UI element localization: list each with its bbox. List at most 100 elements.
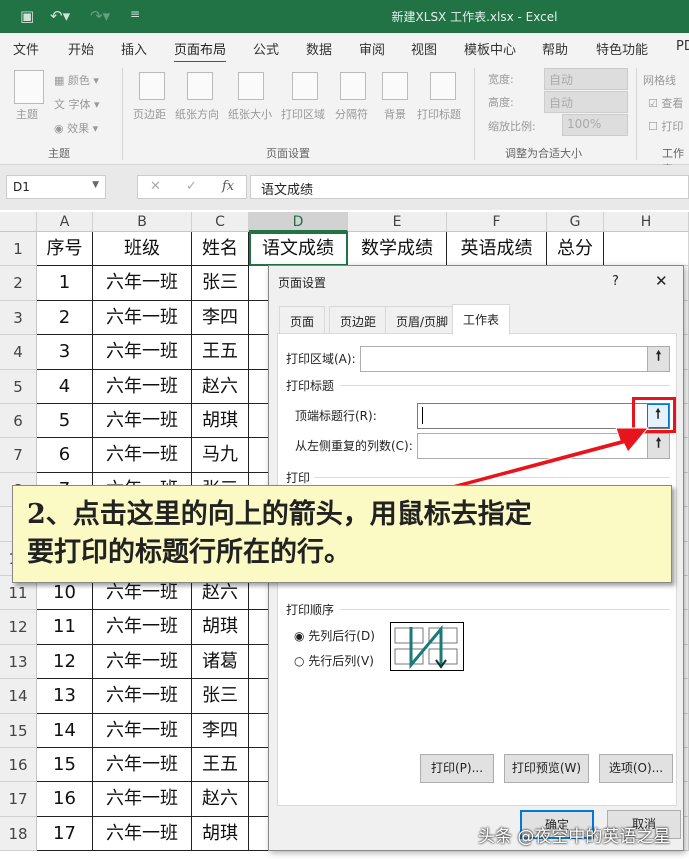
- menu-home[interactable]: 开始: [68, 39, 94, 58]
- breaks-button[interactable]: 分隔符: [335, 106, 368, 122]
- table-cell[interactable]: 赵六: [192, 782, 249, 817]
- menu-insert[interactable]: 插入: [121, 39, 147, 58]
- menu-template[interactable]: 模板中心: [464, 39, 516, 58]
- column-header-G[interactable]: G: [547, 212, 604, 232]
- table-cell[interactable]: 李四: [192, 713, 249, 748]
- table-cell[interactable]: 17: [37, 816, 93, 852]
- table-cell[interactable]: 胡琪: [192, 816, 249, 852]
- menu-page-layout[interactable]: 页面布局: [174, 39, 227, 64]
- table-cell[interactable]: 5: [37, 404, 93, 439]
- options-button[interactable]: 选项(O)...: [599, 754, 673, 783]
- row-header[interactable]: 4: [0, 335, 37, 370]
- print-preview-button[interactable]: 打印预览(W): [504, 754, 589, 783]
- row-header[interactable]: 18: [0, 816, 37, 852]
- select-all-corner[interactable]: [0, 212, 37, 232]
- table-cell[interactable]: 4: [37, 369, 93, 404]
- header-cell[interactable]: 姓名: [192, 232, 249, 267]
- table-cell[interactable]: 胡琪: [192, 610, 249, 645]
- menu-file[interactable]: 文件: [13, 39, 39, 58]
- row-header[interactable]: 12: [0, 610, 37, 645]
- header-cell[interactable]: 数学成绩: [348, 232, 447, 267]
- size-button[interactable]: 纸张大小: [228, 106, 272, 122]
- function-icon[interactable]: fx: [222, 179, 234, 194]
- row-header[interactable]: 1: [0, 232, 37, 267]
- header-cell[interactable]: [604, 232, 689, 267]
- table-cell[interactable]: 16: [37, 782, 93, 817]
- table-cell[interactable]: 六年一班: [93, 816, 192, 852]
- row-header[interactable]: 15: [0, 713, 37, 748]
- breaks-icon[interactable]: [340, 72, 366, 100]
- row-header[interactable]: 3: [0, 300, 37, 336]
- scale-input[interactable]: 100%: [562, 114, 628, 136]
- orientation-icon[interactable]: [187, 72, 213, 100]
- table-cell[interactable]: 诸葛: [192, 644, 249, 680]
- menu-view[interactable]: 视图: [411, 39, 437, 58]
- table-cell[interactable]: 张三: [192, 679, 249, 714]
- print-gridlines-checkbox[interactable]: ☐ 打印: [648, 118, 683, 134]
- table-cell[interactable]: 赵六: [192, 369, 249, 404]
- size-icon[interactable]: [238, 72, 264, 100]
- menu-review[interactable]: 审阅: [359, 39, 385, 58]
- height-select[interactable]: 自动: [544, 91, 628, 113]
- table-cell[interactable]: 张三: [192, 266, 249, 301]
- row-header[interactable]: 2: [0, 266, 37, 301]
- print-area-button[interactable]: 打印区域: [281, 106, 325, 122]
- row-header[interactable]: 5: [0, 369, 37, 404]
- table-cell[interactable]: 马九: [192, 438, 249, 473]
- effects-button[interactable]: ◉ 效果 ▾: [54, 120, 98, 136]
- formula-input[interactable]: 语文成绩: [250, 175, 689, 199]
- tab-header-footer[interactable]: 页眉/页脚: [385, 306, 460, 334]
- table-cell[interactable]: 六年一班: [93, 335, 192, 370]
- menu-features[interactable]: 特色功能: [596, 39, 648, 58]
- menu-formulas[interactable]: 公式: [253, 39, 279, 58]
- column-header-D[interactable]: D: [249, 212, 348, 232]
- column-header-C[interactable]: C: [192, 212, 249, 232]
- table-cell[interactable]: 1: [37, 266, 93, 301]
- view-gridlines-checkbox[interactable]: ☑ 查看: [648, 95, 683, 111]
- background-icon[interactable]: [382, 72, 408, 100]
- close-button[interactable]: ✕: [655, 272, 668, 290]
- column-header-A[interactable]: A: [37, 212, 93, 232]
- table-cell[interactable]: 王五: [192, 748, 249, 783]
- table-cell[interactable]: 六年一班: [93, 369, 192, 404]
- header-cell[interactable]: 班级: [93, 232, 192, 267]
- table-cell[interactable]: 6: [37, 438, 93, 473]
- background-button[interactable]: 背景: [384, 106, 406, 122]
- header-cell[interactable]: 序号: [37, 232, 93, 267]
- help-button[interactable]: ?: [612, 274, 619, 289]
- orientation-button[interactable]: 纸张方向: [175, 106, 219, 122]
- column-header-F[interactable]: F: [447, 212, 547, 232]
- width-select[interactable]: 自动: [544, 68, 628, 90]
- radio-over-then-down[interactable]: ○ 先行后列(V): [294, 652, 374, 669]
- cols-repeat-up-arrow-icon[interactable]: 🠕: [647, 434, 669, 458]
- row-header[interactable]: 13: [0, 644, 37, 680]
- table-cell[interactable]: 14: [37, 713, 93, 748]
- cancel-icon[interactable]: ✕: [150, 179, 161, 194]
- table-cell[interactable]: 六年一班: [93, 748, 192, 783]
- header-cell[interactable]: 英语成绩: [447, 232, 547, 267]
- menu-help[interactable]: 帮助: [542, 39, 568, 58]
- table-cell[interactable]: 六年一班: [93, 679, 192, 714]
- table-cell[interactable]: 11: [37, 610, 93, 645]
- enter-icon[interactable]: ✓: [186, 179, 197, 194]
- row-header[interactable]: 7: [0, 438, 37, 473]
- table-cell[interactable]: 王五: [192, 335, 249, 370]
- print-button[interactable]: 打印(P)...: [420, 754, 494, 783]
- menu-data[interactable]: 数据: [306, 39, 332, 58]
- tab-margins[interactable]: 页边距: [329, 306, 388, 334]
- column-header-E[interactable]: E: [348, 212, 447, 232]
- table-cell[interactable]: 六年一班: [93, 300, 192, 336]
- tab-page[interactable]: 页面: [279, 306, 326, 334]
- menu-pdf[interactable]: PD: [676, 39, 689, 54]
- row-header[interactable]: 17: [0, 782, 37, 817]
- header-cell[interactable]: 语文成绩: [249, 232, 348, 267]
- table-cell[interactable]: 六年一班: [93, 713, 192, 748]
- margins-icon[interactable]: [139, 72, 165, 100]
- table-cell[interactable]: 六年一班: [93, 610, 192, 645]
- theme-icon[interactable]: [14, 70, 44, 104]
- table-cell[interactable]: 13: [37, 679, 93, 714]
- table-cell[interactable]: 六年一班: [93, 438, 192, 473]
- table-cell[interactable]: 3: [37, 335, 93, 370]
- row-header[interactable]: 14: [0, 679, 37, 714]
- table-cell[interactable]: 六年一班: [93, 644, 192, 680]
